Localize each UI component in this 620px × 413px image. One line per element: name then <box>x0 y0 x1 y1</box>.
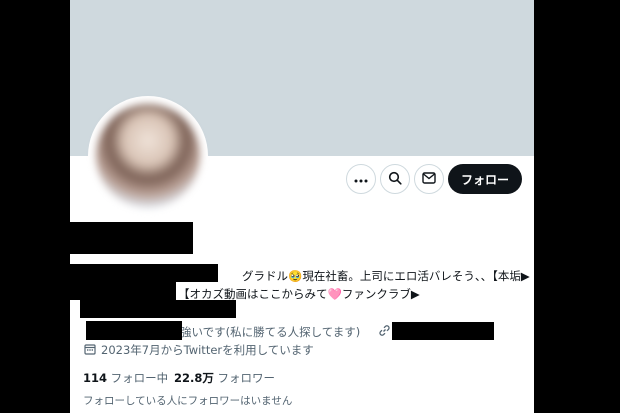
redaction-handle <box>64 264 218 282</box>
joined-date: 2023年7月からTwitterを利用しています <box>101 343 314 357</box>
following-count: 114 <box>83 371 108 385</box>
avatar-frame <box>88 96 208 216</box>
search-button[interactable] <box>380 164 410 194</box>
mail-icon <box>422 171 436 187</box>
message-button[interactable] <box>414 164 444 194</box>
more-icon <box>354 172 368 186</box>
followers-label: フォロワー <box>217 371 276 385</box>
avatar[interactable] <box>96 104 200 208</box>
profile-panel: フォロー グラドル🥹現在社畜。上司にエロ活バレそう、、【本垢▶ 【オカズ動画はこ… <box>70 0 534 413</box>
follow-button[interactable]: フォロー <box>448 164 522 194</box>
following-stat[interactable]: 114 フォロー中 <box>83 370 168 386</box>
no-common-followers: フォローしている人にフォロワーはいません <box>83 395 293 407</box>
calendar-icon <box>84 343 96 358</box>
redaction-display-name <box>0 222 193 254</box>
search-icon <box>388 171 402 188</box>
link-icon <box>378 324 391 340</box>
following-label: フォロー中 <box>110 371 169 385</box>
location-text: 強いです(私に勝てる人探してます) <box>180 325 361 339</box>
followers-count: 22.8万 <box>174 371 214 385</box>
redaction-bio-link <box>80 300 236 318</box>
bio-line-1: グラドル🥹現在社畜。上司にエロ活バレそう、、【本垢▶ <box>242 269 530 283</box>
redaction-bio-fragment <box>64 282 176 300</box>
redaction-website <box>392 322 494 340</box>
redaction-location <box>86 321 182 340</box>
followers-stat[interactable]: 22.8万 フォロワー <box>174 370 275 386</box>
more-button[interactable] <box>346 164 376 194</box>
